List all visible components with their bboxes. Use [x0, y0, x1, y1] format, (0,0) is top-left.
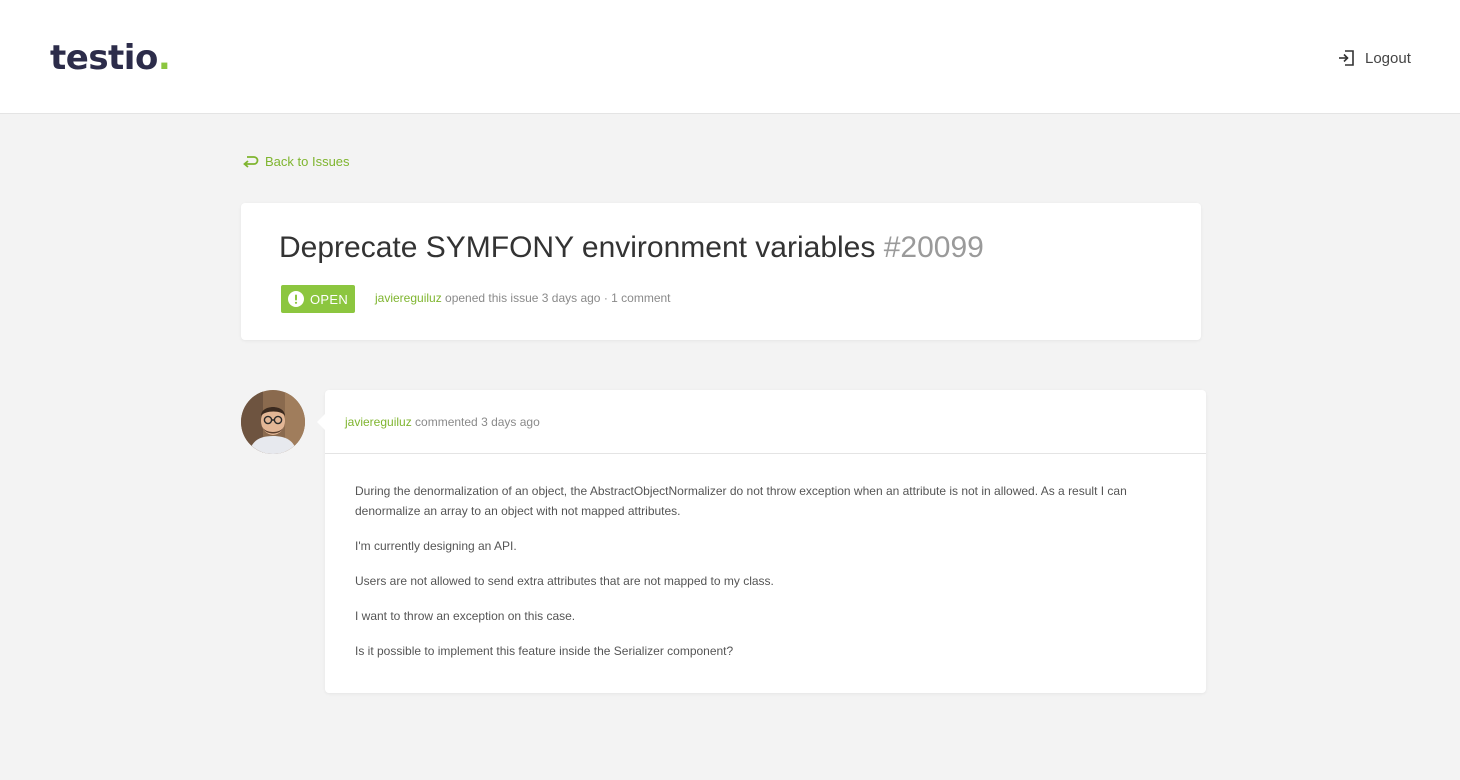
logo-dot: .	[157, 38, 171, 78]
issue-author-link[interactable]: javiereguiluz	[375, 291, 442, 305]
comment-paragraph: Is it possible to implement this feature…	[355, 644, 734, 658]
logo-text: testio	[50, 38, 158, 78]
comment-paragraph: During the denormalization of an object,…	[355, 484, 1127, 518]
back-link-label: Back to Issues	[265, 153, 350, 169]
logout-button[interactable]: Logout	[1338, 47, 1411, 69]
issue-opened-text: opened this issue 3 days ago	[441, 291, 601, 305]
comment-header: javiereguiluz commented 3 days ago	[325, 390, 1206, 454]
issue-header-card: Deprecate SYMFONY environment variables …	[241, 203, 1201, 340]
status-label: OPEN	[310, 291, 349, 307]
back-arrow-icon	[243, 155, 259, 168]
issue-meta: javiereguiluz opened this issue 3 days a…	[375, 291, 671, 305]
top-bar: testio. Logout	[0, 0, 1460, 114]
comment-card: javiereguiluz commented 3 days ago Durin…	[317, 390, 1206, 693]
logo[interactable]: testio.	[50, 36, 171, 80]
comment-author-link[interactable]: javiereguiluz	[345, 415, 412, 429]
back-to-issues-link[interactable]: Back to Issues	[242, 151, 350, 171]
alert-circle-icon	[288, 291, 304, 307]
comment-paragraph: Users are not allowed to send extra attr…	[355, 574, 774, 588]
issue-number: #20099	[883, 231, 984, 264]
comment-paragraph: I'm currently designing an API.	[355, 539, 517, 553]
avatar-image	[241, 390, 305, 454]
comment-paragraph: I want to throw an exception on this cas…	[355, 609, 576, 623]
comment-body: During the denormalization of an object,…	[325, 454, 1206, 661]
logout-label: Logout	[1365, 49, 1411, 67]
user-avatar	[241, 390, 305, 454]
logout-icon	[1339, 50, 1354, 66]
issue-title-text: Deprecate SYMFONY environment variables	[279, 231, 876, 264]
status-badge: OPEN	[281, 285, 355, 313]
meta-separator: ·	[600, 291, 612, 305]
comment-action-text: commented 3 days ago	[411, 414, 540, 429]
issue-title: Deprecate SYMFONY environment variables …	[279, 231, 984, 265]
comments-count: 1 comment	[611, 291, 671, 305]
